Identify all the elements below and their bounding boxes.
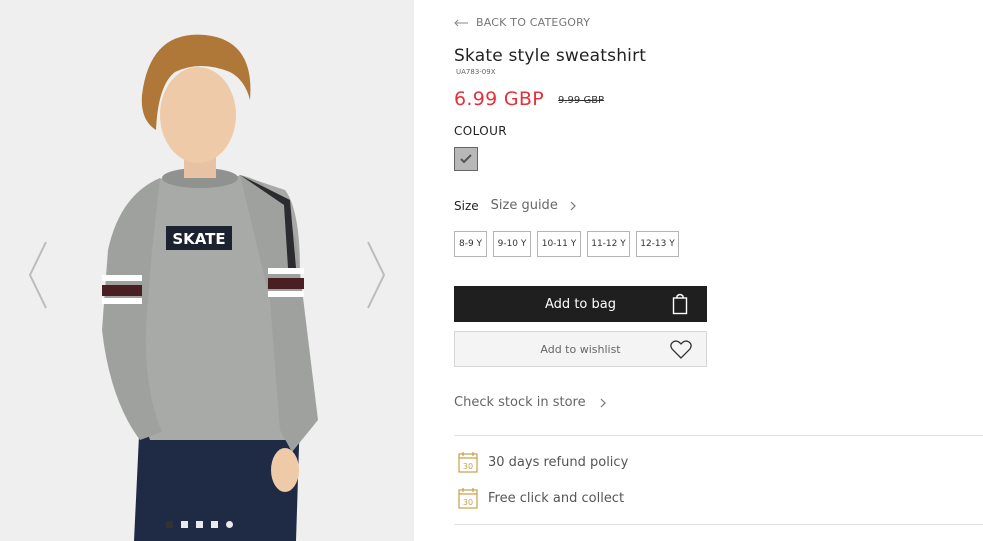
product-title: Skate style sweatshirt (454, 46, 647, 66)
old-price: 9.99 GBP (558, 95, 605, 106)
gallery-dot[interactable] (166, 521, 173, 528)
size-option[interactable]: 9-10 Y (493, 231, 531, 257)
divider (454, 524, 983, 525)
check-stock-link[interactable]: Check stock in store (454, 395, 606, 410)
colour-label: COLOUR (454, 124, 508, 138)
heart-icon (670, 340, 692, 359)
gallery-prev-arrow[interactable] (26, 240, 50, 310)
gallery-dot[interactable] (211, 521, 218, 528)
size-option[interactable]: 8-9 Y (454, 231, 487, 257)
current-price: 6.99 GBP (454, 88, 544, 110)
check-icon (460, 154, 472, 164)
perk-text: 30 days refund policy (488, 454, 629, 470)
perk-click-collect: 30 Free click and collect (458, 487, 624, 509)
graphic-text: SKATE (172, 230, 225, 248)
product-sku: UA783-09X (456, 68, 496, 76)
size-option[interactable]: 11-12 Y (587, 231, 630, 257)
chevron-right-icon (570, 201, 576, 210)
size-options: 8-9 Y 9-10 Y 10-11 Y 11-12 Y 12-13 Y (454, 231, 679, 257)
back-to-category-link[interactable]: BACK TO CATEGORY (454, 16, 590, 29)
perk-refund: 30 30 days refund policy (458, 451, 628, 473)
gallery-next-arrow[interactable] (364, 240, 388, 310)
svg-text:30: 30 (463, 498, 473, 507)
back-to-category-label: BACK TO CATEGORY (476, 16, 591, 29)
calendar-30-icon: 30 (458, 452, 478, 473)
divider (454, 435, 983, 436)
add-to-wishlist-button[interactable]: Add to wishlist (454, 331, 707, 367)
chevron-right-icon (600, 398, 606, 407)
gallery-dot[interactable] (226, 521, 233, 528)
size-option[interactable]: 10-11 Y (537, 231, 581, 257)
product-image-gallery: SKATE (0, 0, 414, 541)
add-to-bag-label: Add to bag (545, 296, 616, 312)
add-to-wishlist-label: Add to wishlist (540, 342, 621, 356)
perk-text: Free click and collect (488, 490, 625, 506)
gallery-dot[interactable] (181, 521, 188, 528)
size-guide-label: Size guide (490, 198, 558, 213)
check-stock-label: Check stock in store (454, 395, 586, 410)
calendar-30-icon: 30 (458, 488, 478, 509)
product-photo: SKATE (0, 0, 414, 541)
size-option[interactable]: 12-13 Y (636, 231, 679, 257)
arrow-left-icon (454, 19, 468, 26)
size-guide-link[interactable]: Size guide (491, 198, 576, 213)
gallery-dots (166, 521, 233, 528)
colour-swatch-grey[interactable] (454, 147, 478, 171)
svg-text:30: 30 (463, 462, 473, 471)
gallery-dot[interactable] (196, 521, 203, 528)
product-details: BACK TO CATEGORY Skate style sweatshirt … (454, 0, 983, 541)
size-row: Size Size guide (454, 198, 576, 213)
shopping-bag-icon (672, 293, 688, 315)
add-to-bag-button[interactable]: Add to bag (454, 286, 707, 322)
size-label: Size (454, 198, 479, 213)
